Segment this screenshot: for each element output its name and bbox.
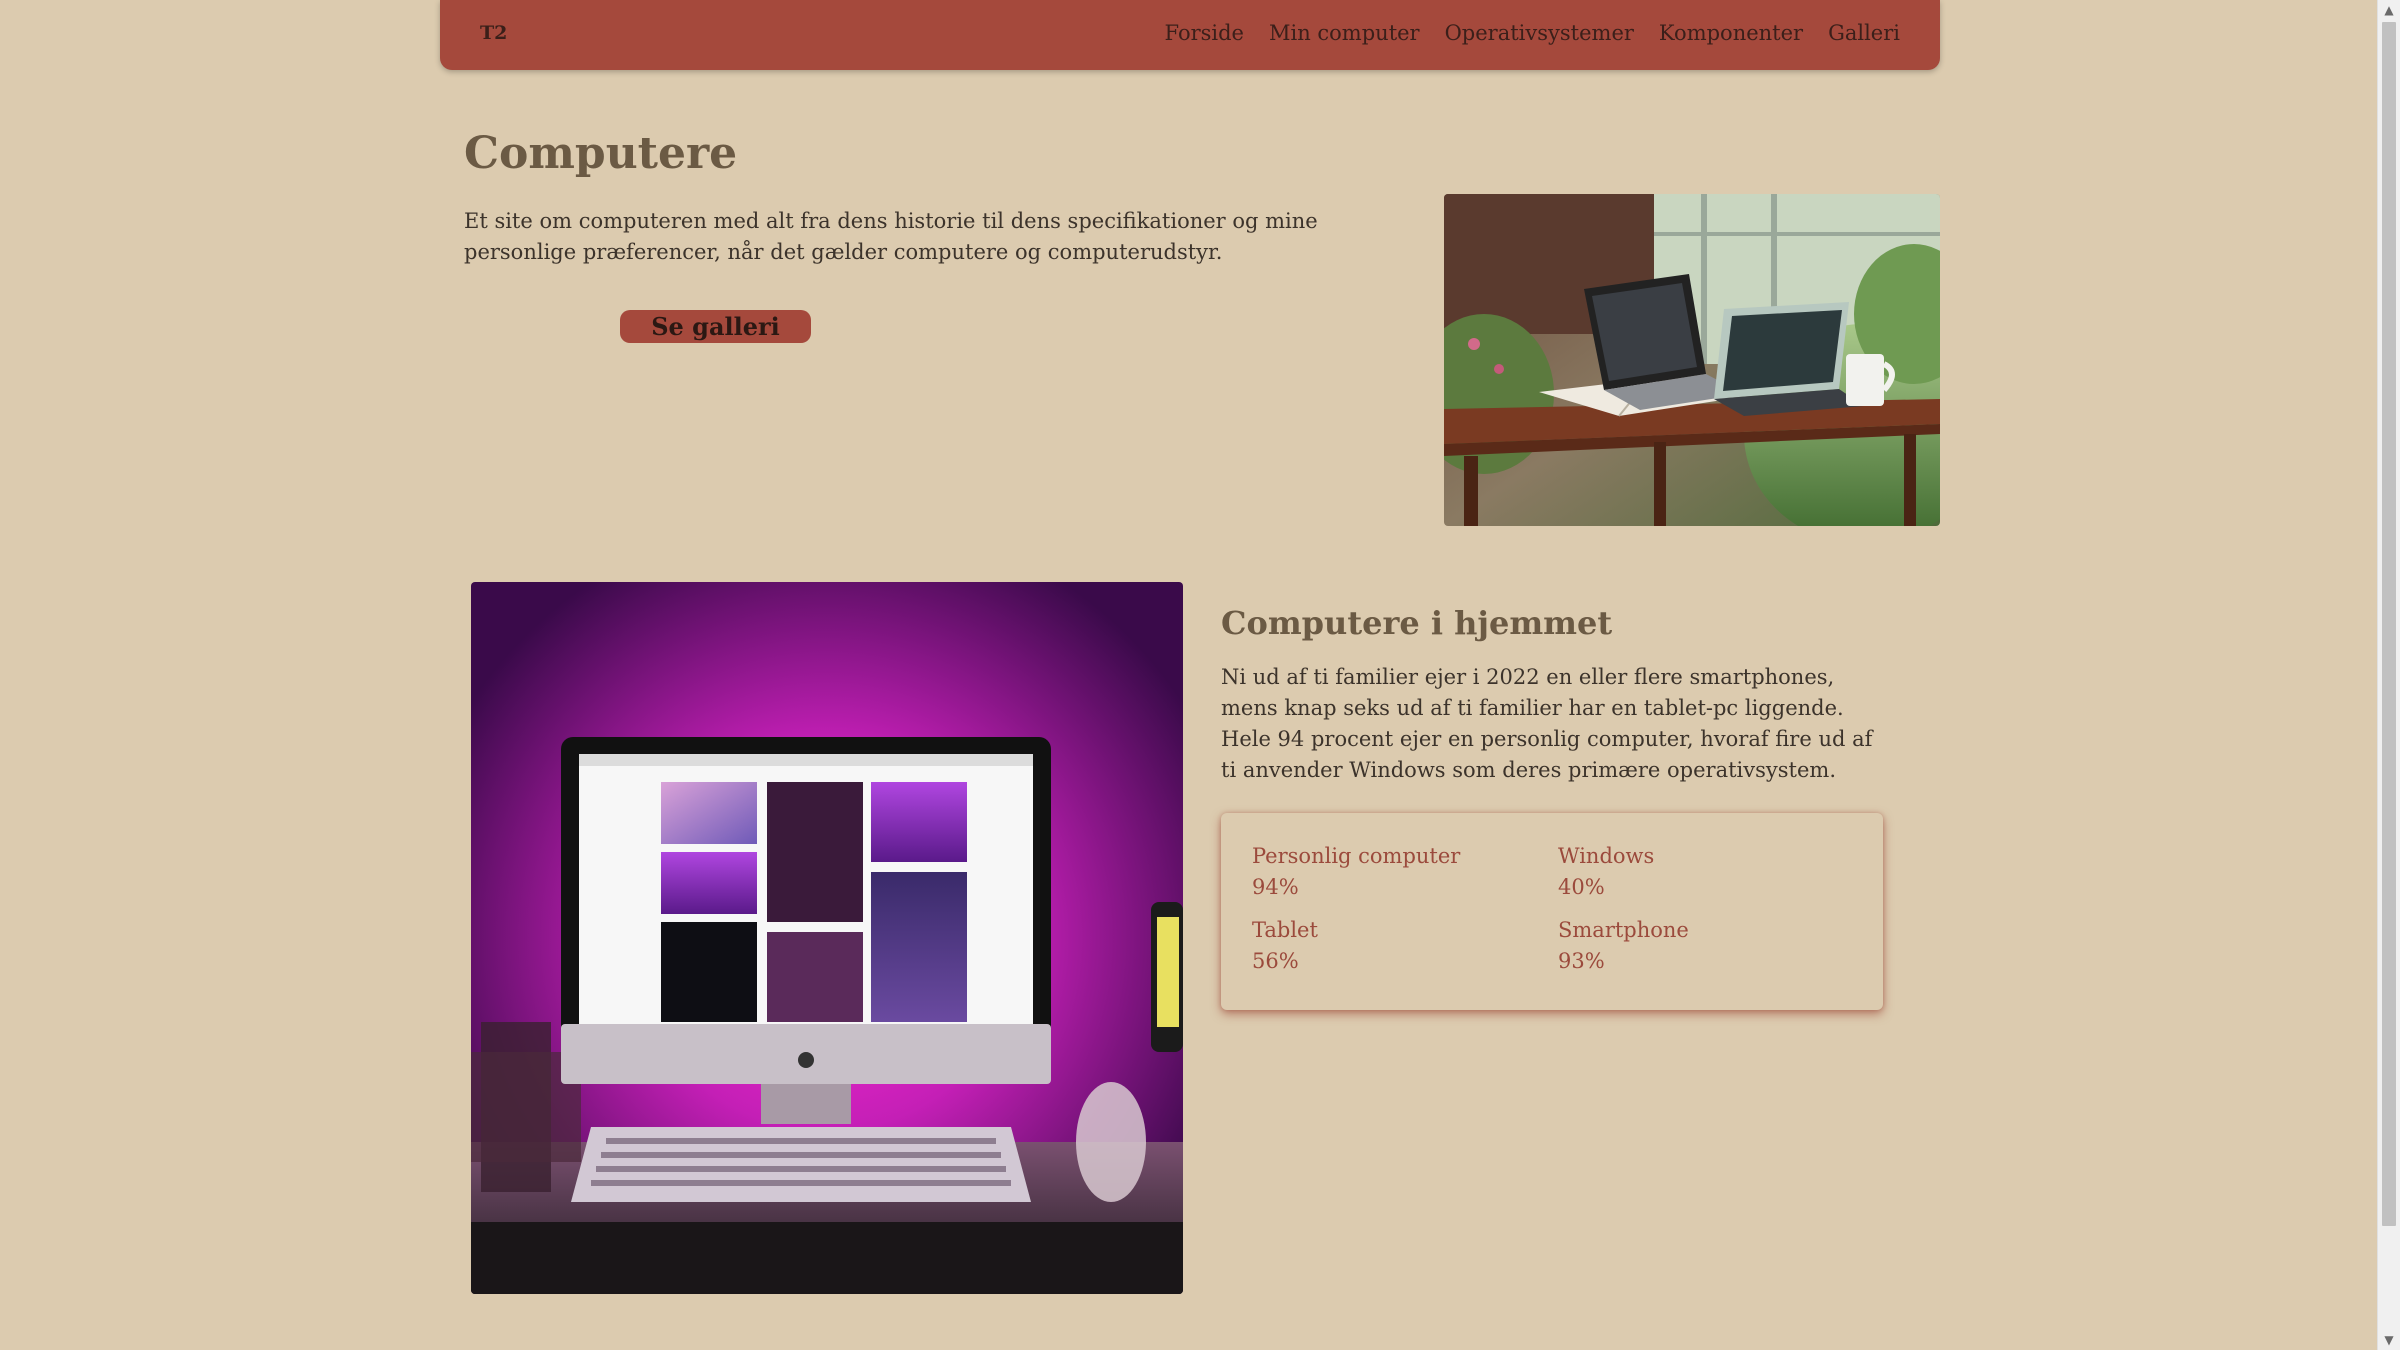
nav-link-galleri[interactable]: Galleri xyxy=(1828,21,1900,45)
stat-windows: Windows 40% xyxy=(1558,841,1654,903)
stat-value: 93% xyxy=(1558,949,1605,973)
nav-link-operativsystemer[interactable]: Operativsystemer xyxy=(1445,21,1634,45)
nav-link-forside[interactable]: Forside xyxy=(1165,21,1244,45)
page-scrollbar[interactable]: ▲ ▼ xyxy=(2377,0,2400,1350)
stat-value: 56% xyxy=(1252,949,1299,973)
stat-value: 94% xyxy=(1252,875,1299,899)
stat-smartphone: Smartphone 93% xyxy=(1558,915,1689,977)
hero-intro-text: Et site om computeren med alt fra dens h… xyxy=(464,209,1318,264)
stat-personal-computer: Personlig computer 94% xyxy=(1252,841,1460,903)
stats-card: Personlig computer 94% Windows 40% Table… xyxy=(1221,813,1883,1010)
nav-links: Forside Min computer Operativsystemer Ko… xyxy=(1165,21,1900,45)
site-brand[interactable]: T2 xyxy=(480,22,507,44)
top-navbar: T2 Forside Min computer Operativsystemer… xyxy=(440,0,1940,70)
chevron-up-icon[interactable]: ▲ xyxy=(2378,0,2400,20)
stat-value: 40% xyxy=(1558,875,1605,899)
scrollbar-thumb[interactable] xyxy=(2382,22,2396,1226)
home-section-text: Ni ud af ti familier ejer i 2022 en elle… xyxy=(1221,665,1873,782)
imac-neon-desk-photo xyxy=(471,582,1183,1294)
page-title: Computere xyxy=(464,128,738,179)
stat-label: Windows xyxy=(1558,844,1655,868)
see-gallery-button[interactable]: Se galleri xyxy=(620,310,811,343)
stat-label: Personlig computer xyxy=(1252,844,1461,868)
laptops-on-table-photo xyxy=(1444,194,1940,526)
stat-tablet: Tablet 56% xyxy=(1252,915,1318,977)
nav-link-min-computer[interactable]: Min computer xyxy=(1269,21,1420,45)
stat-label: Tablet xyxy=(1252,918,1318,942)
chevron-down-icon[interactable]: ▼ xyxy=(2378,1330,2400,1350)
stat-label: Smartphone xyxy=(1558,918,1689,942)
home-section-title: Computere i hjemmet xyxy=(1221,604,1613,642)
nav-link-komponenter[interactable]: Komponenter xyxy=(1659,21,1803,45)
